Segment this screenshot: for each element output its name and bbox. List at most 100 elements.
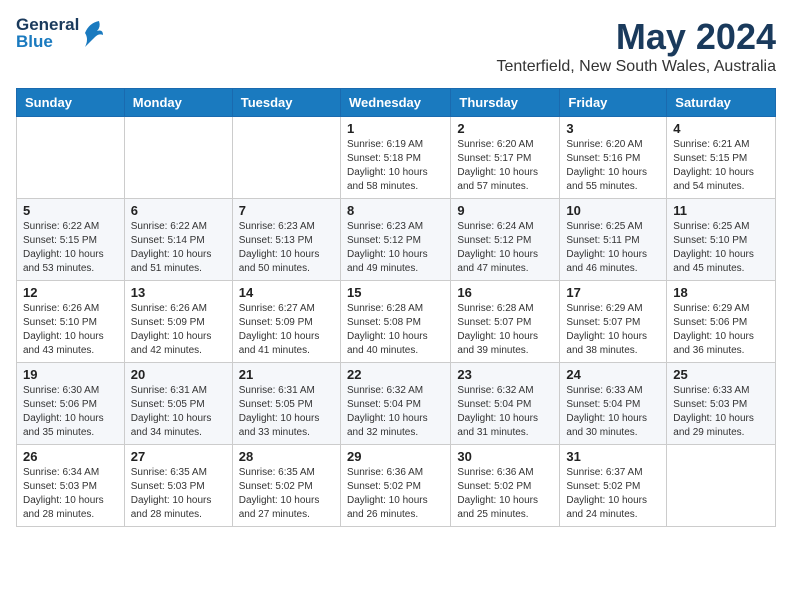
day-number: 16	[457, 285, 553, 300]
logo-general-text: General	[16, 16, 79, 33]
day-number: 30	[457, 449, 553, 464]
calendar-cell	[17, 117, 125, 199]
location-subtitle: Tenterfield, New South Wales, Australia	[496, 58, 776, 76]
cell-sun-info: Sunrise: 6:25 AM Sunset: 5:11 PM Dayligh…	[566, 220, 660, 276]
calendar-cell: 21 Sunrise: 6:31 AM Sunset: 5:05 PM Dayli…	[232, 363, 340, 445]
calendar-cell: 1 Sunrise: 6:19 AM Sunset: 5:18 PM Daylig…	[340, 117, 450, 199]
page-header: General Blue May 2024 Tenterfield, New S…	[16, 16, 776, 76]
calendar-week-row: 1 Sunrise: 6:19 AM Sunset: 5:18 PM Daylig…	[17, 117, 776, 199]
cell-sun-info: Sunrise: 6:34 AM Sunset: 5:03 PM Dayligh…	[23, 466, 118, 522]
calendar-cell	[232, 117, 340, 199]
weekday-header-wednesday: Wednesday	[340, 89, 450, 117]
day-number: 3	[566, 121, 660, 136]
calendar-cell: 5 Sunrise: 6:22 AM Sunset: 5:15 PM Daylig…	[17, 199, 125, 281]
calendar-cell: 11 Sunrise: 6:25 AM Sunset: 5:10 PM Dayli…	[667, 199, 776, 281]
day-number: 17	[566, 285, 660, 300]
cell-sun-info: Sunrise: 6:24 AM Sunset: 5:12 PM Dayligh…	[457, 220, 553, 276]
day-number: 8	[347, 203, 444, 218]
cell-sun-info: Sunrise: 6:22 AM Sunset: 5:14 PM Dayligh…	[131, 220, 226, 276]
day-number: 5	[23, 203, 118, 218]
calendar-cell	[124, 117, 232, 199]
calendar-cell: 3Sunrise: 6:20 AM Sunset: 5:16 PM Daylig…	[560, 117, 667, 199]
cell-sun-info: Sunrise: 6:29 AM Sunset: 5:07 PM Dayligh…	[566, 302, 660, 358]
logo-container: General Blue	[16, 16, 103, 50]
day-number: 7	[239, 203, 334, 218]
cell-sun-info: Sunrise: 6:36 AM Sunset: 5:02 PM Dayligh…	[347, 466, 444, 522]
calendar-cell: 6 Sunrise: 6:22 AM Sunset: 5:14 PM Daylig…	[124, 199, 232, 281]
calendar-header-row: SundayMondayTuesdayWednesdayThursdayFrid…	[17, 89, 776, 117]
cell-sun-info: Sunrise: 6:22 AM Sunset: 5:15 PM Dayligh…	[23, 220, 118, 276]
calendar-cell: 15 Sunrise: 6:28 AM Sunset: 5:08 PM Dayli…	[340, 281, 450, 363]
weekday-header-monday: Monday	[124, 89, 232, 117]
day-number: 29	[347, 449, 444, 464]
cell-sun-info: Sunrise: 6:21 AM Sunset: 5:15 PM Dayligh…	[673, 138, 769, 194]
day-number: 12	[23, 285, 118, 300]
calendar-table: SundayMondayTuesdayWednesdayThursdayFrid…	[16, 88, 776, 527]
calendar-cell: 24 Sunrise: 6:33 AM Sunset: 5:04 PM Dayli…	[560, 363, 667, 445]
day-number: 15	[347, 285, 444, 300]
calendar-cell: 8 Sunrise: 6:23 AM Sunset: 5:12 PM Daylig…	[340, 199, 450, 281]
cell-sun-info: Sunrise: 6:36 AM Sunset: 5:02 PM Dayligh…	[457, 466, 553, 522]
calendar-cell: 20 Sunrise: 6:31 AM Sunset: 5:05 PM Dayli…	[124, 363, 232, 445]
cell-sun-info: Sunrise: 6:32 AM Sunset: 5:04 PM Dayligh…	[457, 384, 553, 440]
day-number: 6	[131, 203, 226, 218]
day-number: 11	[673, 203, 769, 218]
day-number: 31	[566, 449, 660, 464]
calendar-week-row: 26 Sunrise: 6:34 AM Sunset: 5:03 PM Dayli…	[17, 445, 776, 527]
cell-sun-info: Sunrise: 6:28 AM Sunset: 5:08 PM Dayligh…	[347, 302, 444, 358]
cell-sun-info: Sunrise: 6:25 AM Sunset: 5:10 PM Dayligh…	[673, 220, 769, 276]
calendar-cell: 7 Sunrise: 6:23 AM Sunset: 5:13 PM Daylig…	[232, 199, 340, 281]
cell-sun-info: Sunrise: 6:32 AM Sunset: 5:04 PM Dayligh…	[347, 384, 444, 440]
calendar-cell: 26 Sunrise: 6:34 AM Sunset: 5:03 PM Dayli…	[17, 445, 125, 527]
title-area: May 2024 Tenterfield, New South Wales, A…	[496, 16, 776, 76]
month-year-title: May 2024	[496, 16, 776, 58]
cell-sun-info: Sunrise: 6:35 AM Sunset: 5:03 PM Dayligh…	[131, 466, 226, 522]
cell-sun-info: Sunrise: 6:19 AM Sunset: 5:18 PM Dayligh…	[347, 138, 444, 194]
calendar-cell: 29 Sunrise: 6:36 AM Sunset: 5:02 PM Dayli…	[340, 445, 450, 527]
day-number: 9	[457, 203, 553, 218]
calendar-cell: 30 Sunrise: 6:36 AM Sunset: 5:02 PM Dayli…	[451, 445, 560, 527]
calendar-cell: 12 Sunrise: 6:26 AM Sunset: 5:10 PM Dayli…	[17, 281, 125, 363]
day-number: 28	[239, 449, 334, 464]
logo: General Blue	[16, 16, 103, 50]
cell-sun-info: Sunrise: 6:27 AM Sunset: 5:09 PM Dayligh…	[239, 302, 334, 358]
cell-sun-info: Sunrise: 6:31 AM Sunset: 5:05 PM Dayligh…	[239, 384, 334, 440]
day-number: 21	[239, 367, 334, 382]
weekday-header-thursday: Thursday	[451, 89, 560, 117]
day-number: 22	[347, 367, 444, 382]
cell-sun-info: Sunrise: 6:35 AM Sunset: 5:02 PM Dayligh…	[239, 466, 334, 522]
cell-sun-info: Sunrise: 6:20 AM Sunset: 5:17 PM Dayligh…	[457, 138, 553, 194]
logo-blue-text: Blue	[16, 33, 79, 50]
calendar-cell: 4 Sunrise: 6:21 AM Sunset: 5:15 PM Daylig…	[667, 117, 776, 199]
logo-swoosh-icon	[81, 19, 103, 47]
calendar-cell: 2Sunrise: 6:20 AM Sunset: 5:17 PM Daylig…	[451, 117, 560, 199]
cell-sun-info: Sunrise: 6:30 AM Sunset: 5:06 PM Dayligh…	[23, 384, 118, 440]
calendar-cell: 17 Sunrise: 6:29 AM Sunset: 5:07 PM Dayli…	[560, 281, 667, 363]
weekday-header-sunday: Sunday	[17, 89, 125, 117]
day-number: 4	[673, 121, 769, 136]
weekday-header-tuesday: Tuesday	[232, 89, 340, 117]
cell-sun-info: Sunrise: 6:28 AM Sunset: 5:07 PM Dayligh…	[457, 302, 553, 358]
day-number: 1	[347, 121, 444, 136]
calendar-week-row: 19Sunrise: 6:30 AM Sunset: 5:06 PM Dayli…	[17, 363, 776, 445]
day-number: 24	[566, 367, 660, 382]
day-number: 26	[23, 449, 118, 464]
calendar-cell: 28 Sunrise: 6:35 AM Sunset: 5:02 PM Dayli…	[232, 445, 340, 527]
calendar-cell	[667, 445, 776, 527]
day-number: 27	[131, 449, 226, 464]
day-number: 18	[673, 285, 769, 300]
cell-sun-info: Sunrise: 6:26 AM Sunset: 5:10 PM Dayligh…	[23, 302, 118, 358]
day-number: 20	[131, 367, 226, 382]
calendar-cell: 13Sunrise: 6:26 AM Sunset: 5:09 PM Dayli…	[124, 281, 232, 363]
calendar-cell: 19Sunrise: 6:30 AM Sunset: 5:06 PM Dayli…	[17, 363, 125, 445]
calendar-cell: 16 Sunrise: 6:28 AM Sunset: 5:07 PM Dayli…	[451, 281, 560, 363]
cell-sun-info: Sunrise: 6:31 AM Sunset: 5:05 PM Dayligh…	[131, 384, 226, 440]
logo-text-block: General Blue	[16, 16, 79, 50]
cell-sun-info: Sunrise: 6:23 AM Sunset: 5:12 PM Dayligh…	[347, 220, 444, 276]
calendar-week-row: 5 Sunrise: 6:22 AM Sunset: 5:15 PM Daylig…	[17, 199, 776, 281]
cell-sun-info: Sunrise: 6:33 AM Sunset: 5:04 PM Dayligh…	[566, 384, 660, 440]
calendar-cell: 27 Sunrise: 6:35 AM Sunset: 5:03 PM Dayli…	[124, 445, 232, 527]
cell-sun-info: Sunrise: 6:23 AM Sunset: 5:13 PM Dayligh…	[239, 220, 334, 276]
day-number: 14	[239, 285, 334, 300]
cell-sun-info: Sunrise: 6:37 AM Sunset: 5:02 PM Dayligh…	[566, 466, 660, 522]
